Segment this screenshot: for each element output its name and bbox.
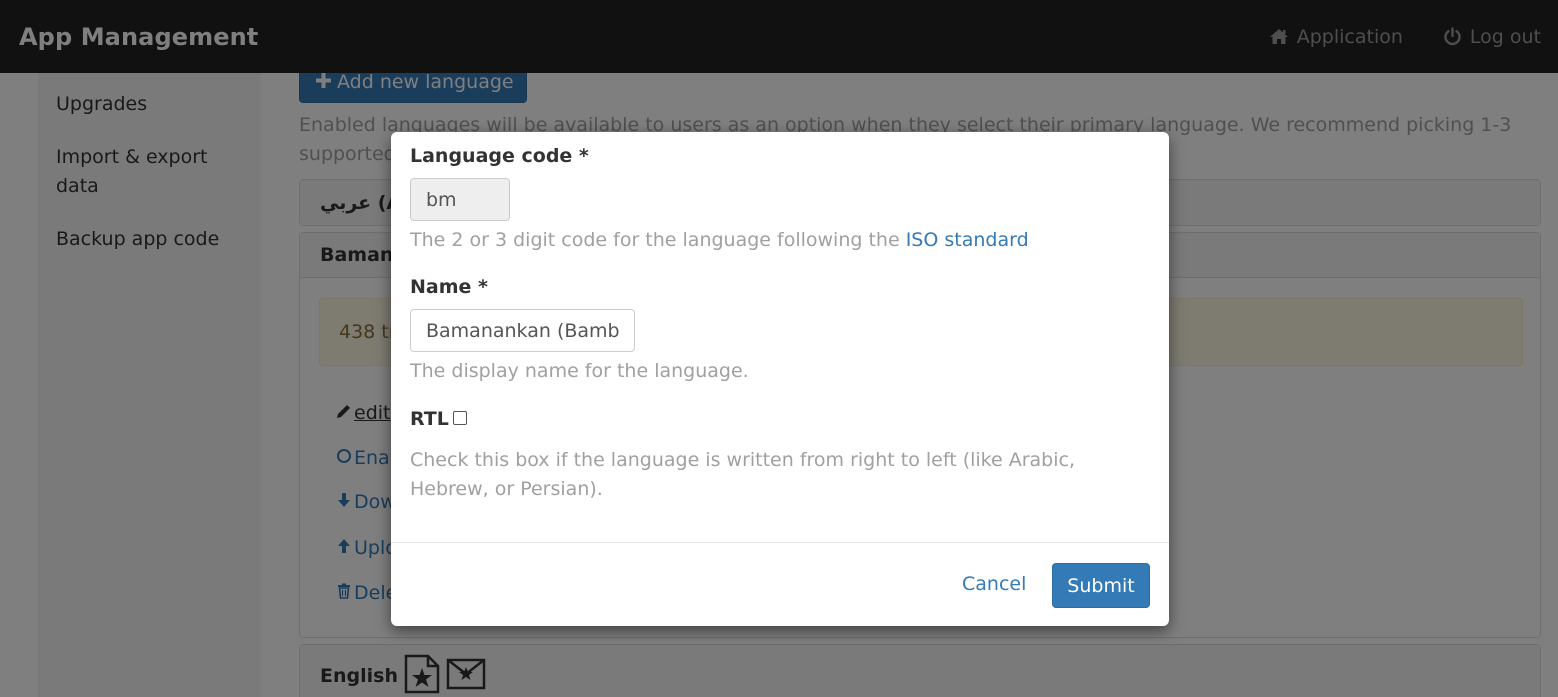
language-code-input[interactable] bbox=[410, 178, 510, 221]
cancel-button[interactable]: Cancel bbox=[962, 573, 1026, 595]
rtl-checkbox[interactable] bbox=[452, 410, 467, 425]
modal-footer: Cancel Submit bbox=[391, 542, 1169, 626]
language-edit-modal: Language code * The 2 or 3 digit code fo… bbox=[391, 132, 1169, 626]
rtl-label: RTL bbox=[410, 408, 449, 430]
rtl-help: Check this box if the language is writte… bbox=[410, 449, 1075, 500]
language-name-input[interactable] bbox=[410, 309, 635, 352]
rtl-field: RTL bbox=[410, 408, 467, 430]
language-name-label: Name * bbox=[410, 276, 488, 298]
language-code-help-text: The 2 or 3 digit code for the language f… bbox=[410, 229, 906, 251]
iso-standard-link[interactable]: ISO standard bbox=[906, 229, 1029, 251]
language-name-help: The display name for the language. bbox=[410, 360, 749, 382]
language-code-label: Language code * bbox=[410, 145, 589, 167]
submit-button[interactable]: Submit bbox=[1052, 563, 1150, 608]
language-code-help: The 2 or 3 digit code for the language f… bbox=[410, 226, 1155, 255]
